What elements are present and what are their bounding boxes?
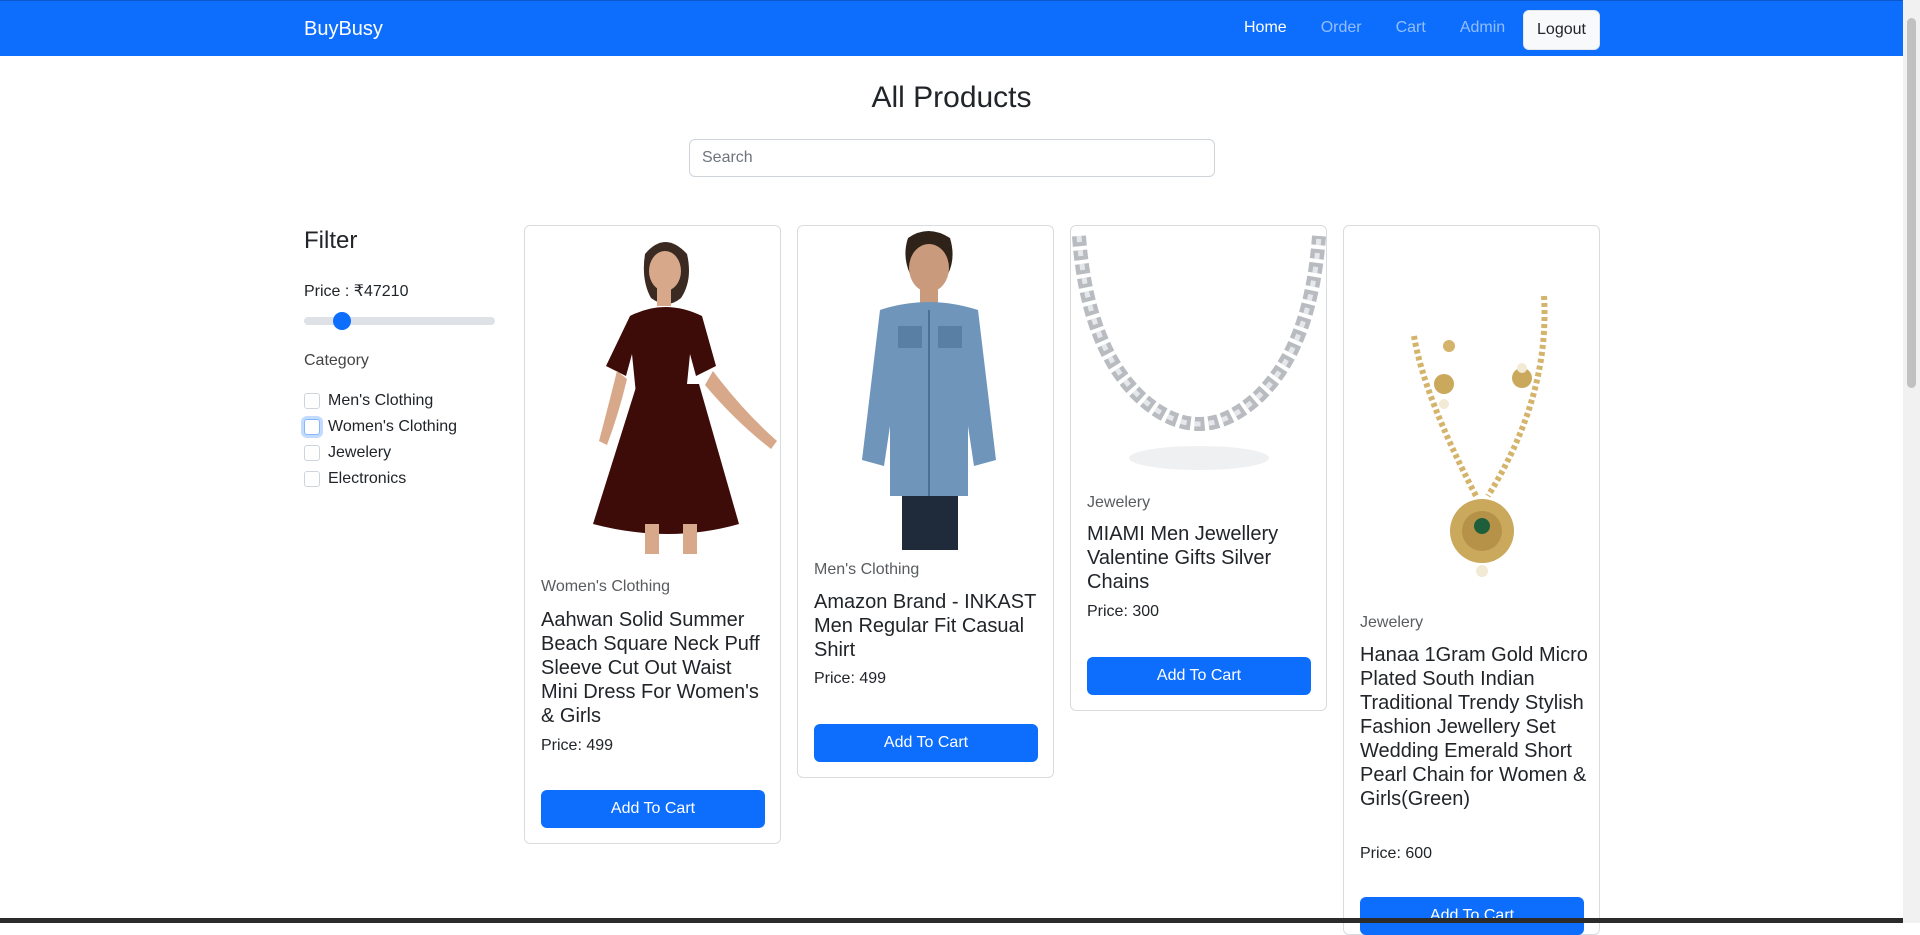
checkbox-womens-clothing[interactable] [304,419,320,435]
product-name: Amazon Brand - INKAST Men Regular Fit Ca… [814,591,1036,661]
brand-logo[interactable]: BuyBusy [304,18,383,41]
product-name: Hanaa 1Gram Gold Micro Plated South Indi… [1360,644,1588,810]
product-category: Jewelery [1360,614,1424,631]
category-electronics[interactable]: Electronics [304,470,406,488]
bottom-edge [0,918,1903,923]
category-mens-clothing[interactable]: Men's Clothing [304,392,433,410]
add-to-cart-button[interactable]: Add To Cart [1360,897,1584,935]
nav-cart-link[interactable]: Cart [1396,19,1426,37]
vertical-scrollbar[interactable] [1903,0,1920,923]
product-price: Price: 600 [1360,845,1433,862]
page-title: All Products [871,81,1032,114]
filter-title: Filter [304,227,358,254]
nav-links: Home Order Cart Admin [1244,19,1539,37]
product-card: Jewelery MIAMI Men Jewellery Valentine G… [1070,225,1327,711]
product-category: Men's Clothing [814,561,920,578]
category-jewelery[interactable]: Jewelery [304,444,391,462]
checkbox-mens-clothing[interactable] [304,393,320,409]
add-to-cart-button[interactable]: Add To Cart [541,790,765,828]
product-category: Jewelery [1087,494,1151,511]
add-to-cart-button[interactable]: Add To Cart [814,724,1038,762]
product-name: Aahwan Solid Summer Beach Square Neck Pu… [541,609,760,727]
checkbox-jewelery[interactable] [304,445,320,461]
scrollbar-thumb[interactable] [1907,18,1916,388]
price-slider-thumb[interactable] [333,312,352,330]
category-item-label: Women's Clothing [328,418,458,435]
logout-button[interactable]: Logout [1523,10,1600,50]
category-item-label: Men's Clothing [328,392,434,409]
product-image-shirt [862,231,996,550]
search-input[interactable] [689,139,1215,177]
navbar: BuyBusy Home Order Cart Admin Logout [0,0,1920,56]
category-label: Category [304,352,369,369]
nav-order-link[interactable]: Order [1321,19,1362,37]
checkbox-electronics[interactable] [304,471,320,487]
product-image-jewellery-set [1411,295,1548,577]
product-category: Women's Clothing [541,578,671,595]
product-card: Jewelery Hanaa 1Gram Gold Micro Plated S… [1343,225,1600,935]
product-card: Men's Clothing Amazon Brand - INKAST Men… [797,225,1054,778]
price-label: Price : ₹47210 [304,283,409,300]
add-to-cart-button[interactable]: Add To Cart [1087,657,1311,695]
product-price: Price: 499 [814,670,887,687]
nav-home-link[interactable]: Home [1244,19,1287,37]
nav-admin-link[interactable]: Admin [1460,19,1505,37]
product-image-chain [1072,235,1326,470]
product-price: Price: 300 [1087,603,1160,620]
product-name: MIAMI Men Jewellery Valentine Gifts Silv… [1087,523,1279,593]
product-image-dress [593,242,777,554]
product-price: Price: 499 [541,737,614,754]
category-item-label: Electronics [328,470,407,487]
product-card: Women's Clothing Aahwan Solid Summer Bea… [524,225,781,844]
category-item-label: Jewelery [328,444,392,461]
category-womens-clothing[interactable]: Women's Clothing [304,418,457,436]
